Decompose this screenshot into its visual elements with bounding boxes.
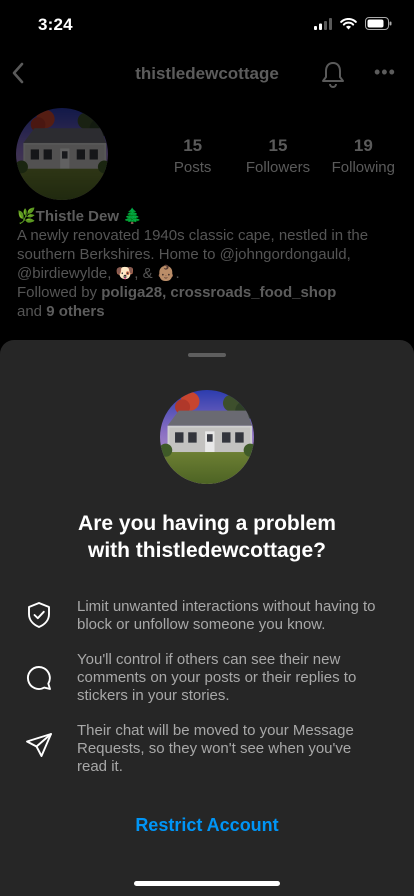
- cellular-signal-icon: [314, 17, 332, 30]
- followed-by-line[interactable]: Followed by poliga28, crossroads_food_sh…: [17, 283, 407, 302]
- bio-line: A newly renovated 1940s classic cape, ne…: [17, 227, 369, 244]
- posts-count: 15: [183, 136, 203, 155]
- posts-stat[interactable]: 15 Posts: [150, 136, 235, 176]
- profile-username: thistledewcottage: [135, 64, 279, 83]
- following-stat[interactable]: 19 Following: [321, 136, 406, 176]
- status-icons: [314, 17, 392, 30]
- profile-bio: 🌿Thistle Dew 🌲 A newly renovated 1940s c…: [17, 207, 407, 321]
- notification-bell-icon[interactable]: [320, 60, 346, 88]
- profile-display-name: 🌿Thistle Dew 🌲: [17, 208, 142, 225]
- bio-line: @birdiewylde, 🐶, & 👶🏽.: [17, 265, 180, 282]
- paper-plane-icon: [26, 733, 52, 757]
- more-options-icon[interactable]: •••: [374, 62, 396, 83]
- following-label: Following: [331, 159, 395, 176]
- info-row-text: Their chat will be moved to your Message…: [77, 722, 354, 775]
- following-count: 19: [353, 136, 373, 155]
- followed-by-names: poliga28, crossroads_food_shop: [101, 284, 337, 301]
- restrict-bottom-sheet: Are you having a problem with thistledew…: [0, 340, 414, 896]
- followed-by-prefix: Followed by: [17, 284, 102, 301]
- followed-by-and: and: [17, 303, 47, 320]
- sheet-title: Are you having a problem with thistledew…: [20, 510, 394, 564]
- followers-stat[interactable]: 15 Followers: [235, 136, 320, 176]
- posts-label: Posts: [173, 159, 212, 176]
- comment-bubble-icon: [27, 666, 51, 690]
- info-row-text: You'll control if others can see their n…: [77, 651, 357, 704]
- sheet-grabber-handle[interactable]: [188, 353, 226, 357]
- followed-by-others-line[interactable]: and 9 others: [17, 302, 407, 321]
- info-row-text: Limit unwanted interactions without havi…: [77, 598, 376, 633]
- followers-count: 15: [268, 136, 288, 155]
- restrict-account-button[interactable]: Restrict Account: [0, 815, 414, 836]
- followed-by-others: 9 others: [46, 303, 105, 320]
- sheet-title-line: Are you having a problem: [78, 512, 336, 535]
- wifi-icon: [340, 17, 357, 29]
- battery-icon: [365, 17, 392, 30]
- status-time: 3:24: [38, 15, 73, 34]
- status-bar: 3:24: [0, 0, 414, 50]
- sheet-avatar: [160, 390, 254, 484]
- home-indicator[interactable]: [134, 881, 280, 886]
- profile-stats: 15 Posts 15 Followers 19 Following: [150, 136, 406, 176]
- profile-avatar: [16, 108, 108, 200]
- followers-label: Followers: [245, 159, 311, 176]
- sheet-title-line: with thistledewcottage?: [87, 539, 326, 562]
- profile-nav-bar: thistledewcottage •••: [0, 56, 414, 92]
- bio-line: southern Berkshires. Home to @johngordon…: [17, 246, 351, 263]
- shield-check-icon: [28, 602, 50, 628]
